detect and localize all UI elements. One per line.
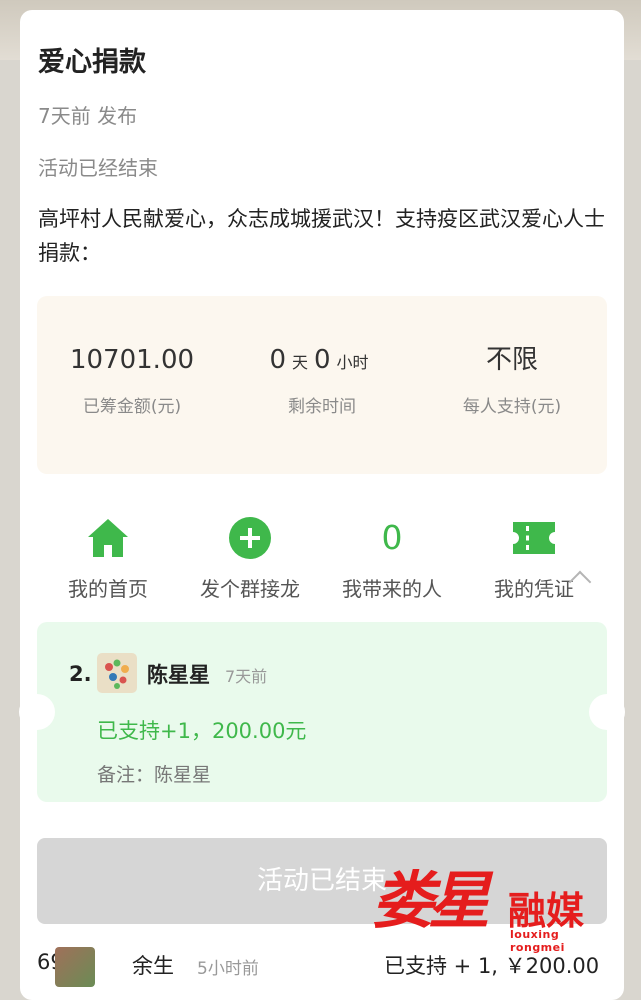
stat-remaining: 0 天 0 小时 剩余时间 [227,340,417,417]
action-label: 我带来的人 [342,577,442,601]
publish-time: 7天前 发布 [38,104,138,128]
action-group-chain[interactable]: 发个群接龙 [175,515,325,602]
watermark-signature: 娄星 [372,864,490,937]
stat-raised: 10701.00 已筹金额(元) [37,340,227,417]
action-referrals[interactable]: 0 我带来的人 [317,515,467,602]
action-label: 我的首页 [68,577,148,601]
hours-unit: 小时 [336,353,369,372]
ticket-notch-left [19,694,55,730]
ticket-icon [513,522,555,554]
remaining-label: 剩余时间 [288,397,356,417]
event-description: 高坪村人民献爱心，众志成城援武汉！支持疫区武汉爱心人士捐款： [38,207,605,265]
support-ticket: 2. 陈星星 7天前 已支持+1，200.00元 备注：陈星星 [19,622,625,802]
action-my-voucher[interactable]: 我的凭证 [459,515,609,602]
watermark-logo: 娄星 融媒 louxing rongmei [372,850,612,954]
limit-value: 不限 [485,345,538,375]
support-amount: 已支持+1，200.00元 [97,719,307,743]
ticket-notch-right [589,694,625,730]
raised-value: 10701.00 [69,345,195,375]
supporter-time: 7天前 [225,667,268,686]
raised-label: 已筹金额(元) [82,397,182,417]
support-note: 备注：陈星星 [97,764,212,786]
list-row-name: 余生 [132,954,174,978]
avatar-image [105,659,129,689]
watermark-subtitle: louxing rongmei [510,928,565,954]
list-row-avatar [55,947,95,987]
event-status: 活动已经结束 [38,156,158,180]
home-icon [88,519,128,557]
remaining-value: 0 天 0 小时 [227,340,417,380]
list-row-support: 已支持 + 1, ￥200.00 [384,954,600,978]
page-title: 爱心捐款 [38,47,146,78]
days-unit: 天 [291,353,308,372]
limit-label: 每人支持(元) [462,397,562,417]
stat-limit: 不限 每人支持(元) [417,340,607,417]
action-label: 发个群接龙 [200,577,300,601]
supporter-name: 陈星星 [147,663,210,687]
action-my-home[interactable]: 我的首页 [33,515,183,602]
referral-count: 0 [381,518,403,557]
list-row-time: 5小时前 [197,959,259,979]
remaining-days: 0 [269,345,286,375]
remaining-hours: 0 [314,345,331,375]
stats-panel: 10701.00 已筹金额(元) 0 天 0 小时 剩余时间 不限 每人支持(元) [37,296,607,474]
avatar [97,653,137,693]
supporter-index: 2. [69,662,92,686]
plus-circle-icon [229,517,271,559]
watermark-brand: 融媒 [508,889,585,933]
